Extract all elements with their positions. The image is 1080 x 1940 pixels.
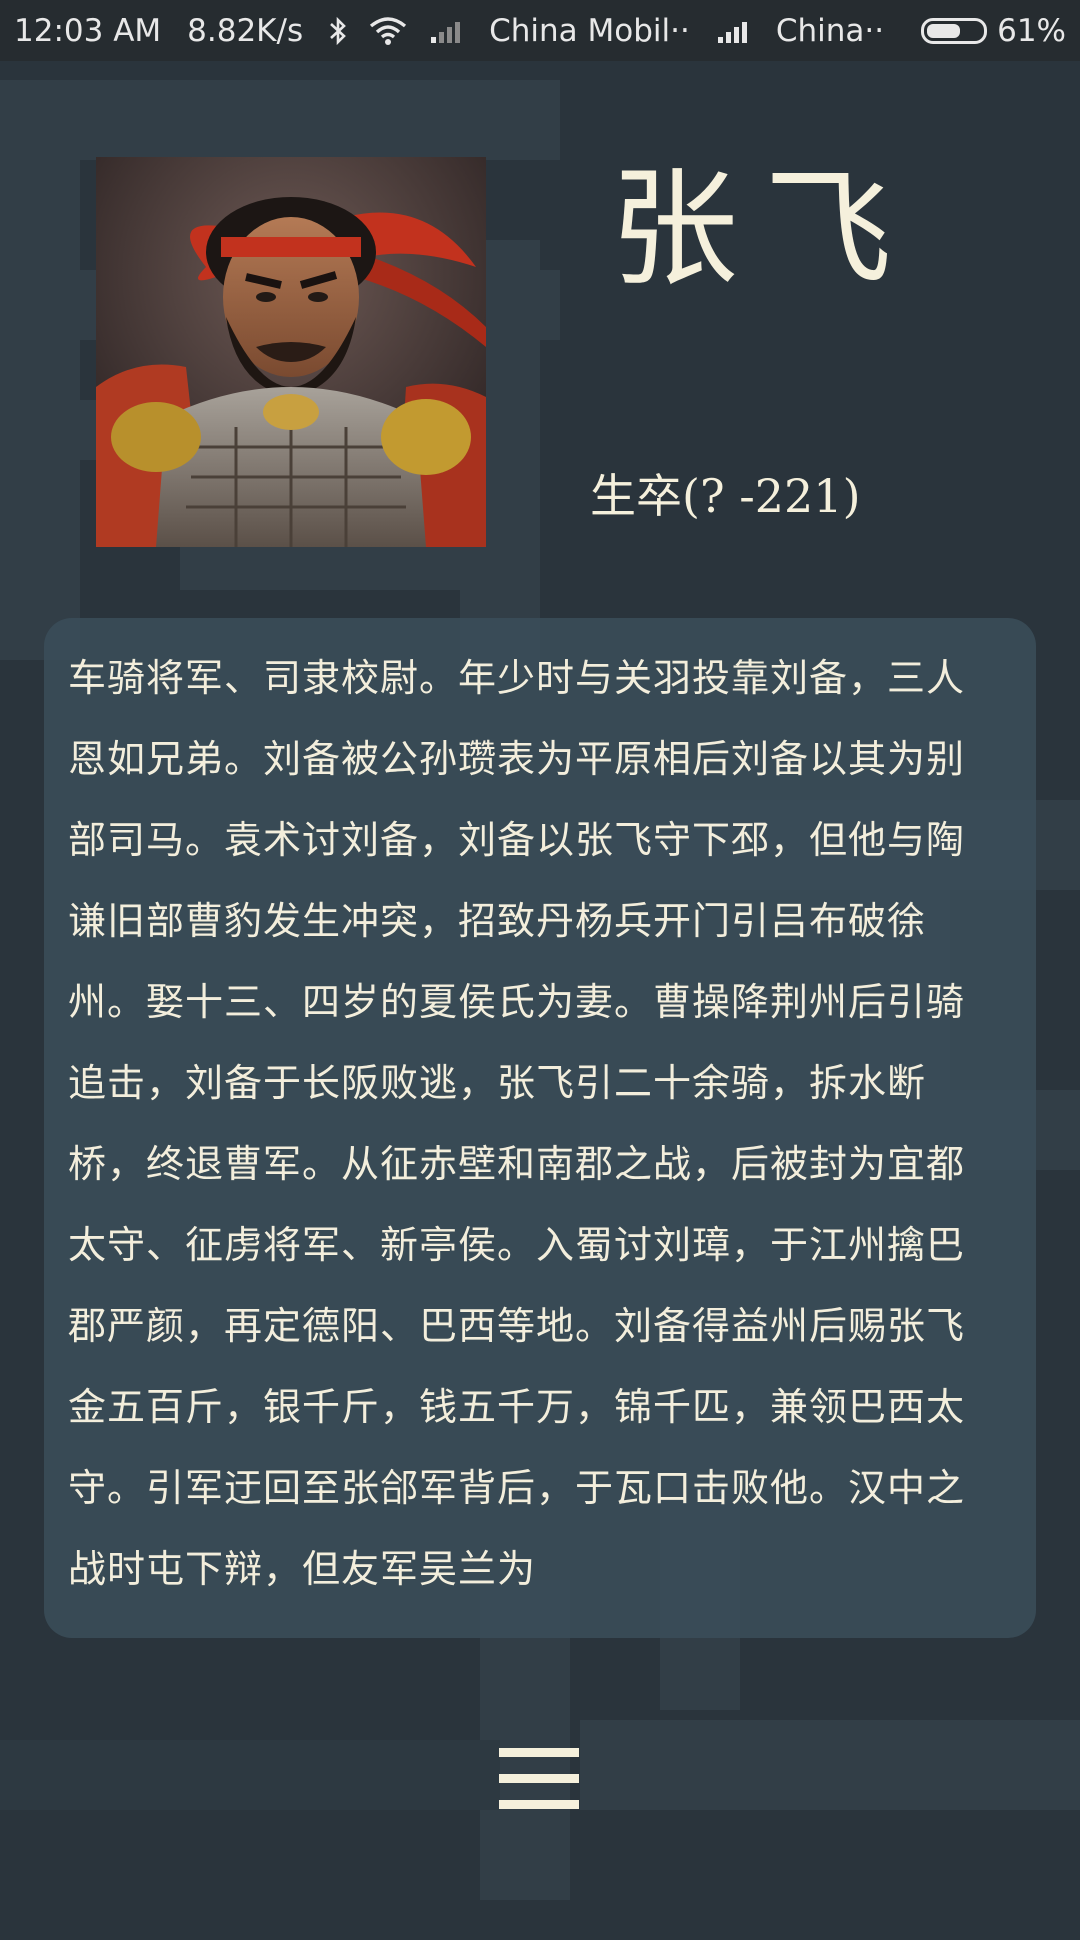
lifespan-label: 生卒(? -221) bbox=[590, 469, 861, 523]
bluetooth-icon bbox=[329, 16, 347, 46]
status-network-speed: 8.82K/s bbox=[187, 12, 304, 49]
biography-text: 车骑将军、司隶校尉。年少时与关羽投靠刘备，三人恩如兄弟。刘备被公孙瓒表为平原相后… bbox=[68, 656, 966, 1591]
hamburger-menu-icon[interactable] bbox=[496, 1748, 582, 1810]
status-time: 12:03 AM bbox=[14, 12, 162, 49]
biography-card[interactable]: 车骑将军、司隶校尉。年少时与关羽投靠刘备，三人恩如兄弟。刘备被公孙瓒表为平原相后… bbox=[44, 618, 1036, 1638]
signal-icon bbox=[429, 17, 467, 45]
menu-bar bbox=[499, 1748, 579, 1757]
signal-icon bbox=[716, 17, 754, 45]
character-name-title: 张飞 bbox=[610, 155, 919, 304]
battery-group: 61% bbox=[921, 13, 1066, 49]
battery-icon bbox=[921, 17, 988, 44]
status-bar: 12:03 AM 8.82K/s China Mobil·· China·· 6… bbox=[0, 0, 1080, 61]
wifi-icon bbox=[369, 16, 407, 46]
status-carrier-1: China Mobil·· bbox=[489, 12, 690, 49]
menu-bar bbox=[499, 1800, 579, 1809]
portrait-image bbox=[96, 157, 486, 547]
battery-percent: 61% bbox=[997, 12, 1066, 49]
menu-bar bbox=[499, 1774, 579, 1783]
status-carrier-2: China·· bbox=[775, 12, 885, 49]
